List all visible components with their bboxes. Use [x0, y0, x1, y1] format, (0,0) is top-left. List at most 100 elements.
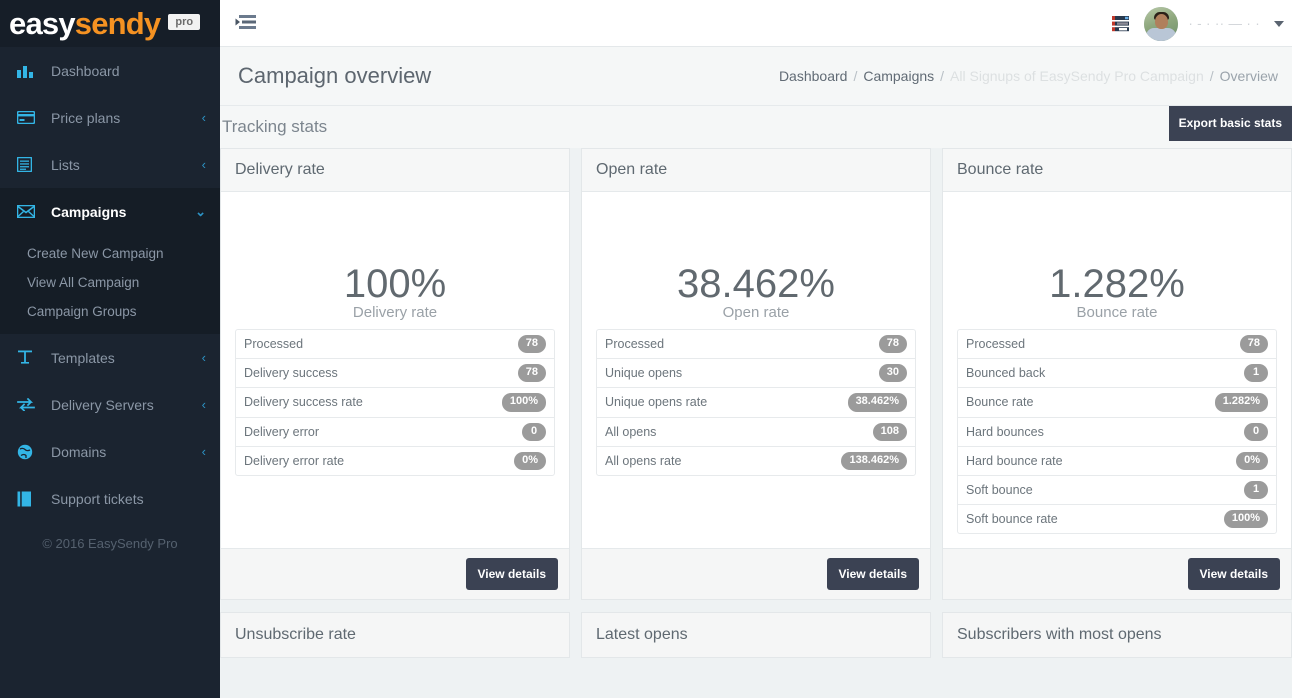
- breadcrumb-separator: /: [940, 68, 944, 84]
- avatar[interactable]: [1144, 7, 1178, 41]
- stat-badge: 78: [1240, 335, 1268, 353]
- card-subscribers-most-opens: Subscribers with most opens: [942, 612, 1292, 658]
- app-logo[interactable]: easysendy pro: [0, 0, 220, 47]
- stat-row: Delivery error0: [236, 418, 554, 447]
- stat-badge: 0%: [1236, 452, 1268, 470]
- stat-label: All opens rate: [605, 454, 681, 468]
- stat-list: Processed 78 Delivery success 78 Delivery …: [235, 329, 555, 476]
- stat-badge: 78: [518, 335, 546, 353]
- chart-placeholder: [957, 202, 1277, 262]
- stat-label: All opens: [605, 425, 656, 439]
- stat-badge: 0%: [514, 452, 546, 470]
- stat-label: Soft bounce: [966, 483, 1033, 497]
- card-body: 38.462% Open rate Processed78 Unique ope…: [582, 192, 930, 548]
- stat-label: Delivery success: [244, 366, 338, 380]
- card-latest-opens: Latest opens: [581, 612, 931, 658]
- chevron-down-icon: ⌄: [195, 205, 206, 218]
- card-open-rate: Open rate 38.462% Open rate Processed78 …: [581, 148, 931, 600]
- sidebar-item-lists[interactable]: Lists ‹: [0, 141, 220, 188]
- stat-row: Bounced back1: [958, 359, 1276, 388]
- export-basic-stats-button[interactable]: Export basic stats: [1169, 106, 1292, 141]
- stat-badge: 78: [879, 335, 907, 353]
- notifications-list-icon[interactable]: [1112, 15, 1134, 33]
- sidebar-item-campaigns[interactable]: Campaigns ⌄: [0, 188, 220, 235]
- card-footer: View details: [221, 548, 569, 599]
- sidebar-item-delivery-servers[interactable]: Delivery Servers ‹: [0, 381, 220, 428]
- stat-row: Delivery success rate100%: [236, 388, 554, 417]
- breadcrumb-item-campaigns[interactable]: Campaigns: [863, 68, 934, 84]
- stat-badge: 1.282%: [1215, 393, 1268, 411]
- tracking-stats-title: Tracking stats: [220, 117, 327, 137]
- breadcrumb-separator: /: [1210, 68, 1214, 84]
- stat-label: Soft bounce rate: [966, 512, 1058, 526]
- stat-label: Unique opens: [605, 366, 682, 380]
- breadcrumb-item-dashboard[interactable]: Dashboard: [779, 68, 848, 84]
- stat-row: Unique opens rate38.462%: [597, 388, 915, 417]
- view-details-button[interactable]: View details: [1188, 558, 1280, 590]
- stat-label: Processed: [244, 337, 303, 351]
- stat-badge: 138.462%: [841, 452, 907, 470]
- chevron-left-icon: ‹: [202, 111, 206, 124]
- page-header: Campaign overview Dashboard / Campaigns …: [220, 47, 1292, 106]
- stat-row: Processed 78: [236, 330, 554, 359]
- sidebar-item-label: Campaigns: [51, 204, 195, 220]
- chevron-down-icon[interactable]: [1274, 21, 1284, 27]
- stat-row: Soft bounce rate 100%: [958, 505, 1276, 533]
- stat-label: Hard bounce rate: [966, 454, 1063, 468]
- card-title: Latest opens: [582, 613, 930, 657]
- logo-text-sendy: sendy: [75, 6, 161, 41]
- chevron-left-icon: ‹: [202, 445, 206, 458]
- sidebar-item-label: Price plans: [51, 110, 202, 126]
- list-icon: [17, 157, 39, 173]
- bar-chart-icon: [17, 63, 39, 79]
- stat-row: Soft bounce 1: [958, 476, 1276, 505]
- sidebar-item-dashboard[interactable]: Dashboard: [0, 47, 220, 94]
- card-big-caption: Open rate: [596, 304, 916, 321]
- sidebar-subitem-create-new-campaign[interactable]: Create New Campaign: [0, 239, 220, 268]
- stat-label: Unique opens rate: [605, 395, 707, 409]
- view-details-button[interactable]: View details: [827, 558, 919, 590]
- view-details-button[interactable]: View details: [466, 558, 558, 590]
- stat-label: Processed: [605, 337, 664, 351]
- stat-badge: 100%: [1224, 510, 1268, 528]
- stat-label: Hard bounces: [966, 425, 1044, 439]
- stat-label: Delivery error: [244, 425, 319, 439]
- text-format-icon: [17, 350, 39, 366]
- card-title: Bounce rate: [943, 149, 1291, 192]
- stat-list: Processed78 Bounced back1 Bounce rate1.2…: [957, 329, 1277, 534]
- stat-badge: 1: [1244, 481, 1268, 499]
- username-label: · - · ·· — · ·: [1188, 16, 1260, 31]
- sidebar-item-support-tickets[interactable]: Support tickets: [0, 475, 220, 522]
- stat-label: Processed: [966, 337, 1025, 351]
- globe-icon: [17, 444, 39, 460]
- card-title: Open rate: [582, 149, 930, 192]
- stat-badge: 108: [873, 423, 907, 441]
- credit-card-icon: [17, 110, 39, 126]
- sidebar-item-domains[interactable]: Domains ‹: [0, 428, 220, 475]
- breadcrumb-item-campaign-name[interactable]: All Signups of EasySendy Pro Campaign: [950, 68, 1204, 84]
- envelope-icon: [17, 204, 39, 220]
- stat-badge: 0: [1244, 423, 1268, 441]
- sidebar-item-label: Delivery Servers: [51, 397, 202, 413]
- sidebar-item-label: Templates: [51, 350, 202, 366]
- sidebar-item-price-plans[interactable]: Price plans ‹: [0, 94, 220, 141]
- sidebar-item-label: Domains: [51, 444, 202, 460]
- card-bounce-rate: Bounce rate 1.282% Bounce rate Processed…: [942, 148, 1292, 600]
- card-footer: View details: [582, 548, 930, 599]
- chart-placeholder: [596, 202, 916, 262]
- sidebar: easysendy pro Dashboard Price plans ‹ Li…: [0, 0, 220, 698]
- card-body: 1.282% Bounce rate Processed78 Bounced b…: [943, 192, 1291, 548]
- sidebar-subitem-view-all-campaign[interactable]: View All Campaign: [0, 268, 220, 297]
- card-big-caption: Delivery rate: [235, 304, 555, 321]
- stat-row: All opens rate 138.462%: [597, 447, 915, 475]
- sidebar-collapse-icon[interactable]: [234, 12, 260, 34]
- tracking-cards-row: Delivery rate 100% Delivery rate Process…: [220, 148, 1292, 600]
- book-icon: [17, 491, 39, 507]
- sidebar-item-label: Lists: [51, 157, 202, 173]
- sidebar-submenu-campaigns: Create New Campaign View All Campaign Ca…: [0, 235, 220, 334]
- sidebar-subitem-campaign-groups[interactable]: Campaign Groups: [0, 297, 220, 326]
- bottom-cards-row: Unsubscribe rate Latest opens Subscriber…: [220, 612, 1292, 658]
- stat-label: Delivery success rate: [244, 395, 363, 409]
- sidebar-item-templates[interactable]: Templates ‹: [0, 334, 220, 381]
- card-big-value: 100%: [235, 262, 555, 306]
